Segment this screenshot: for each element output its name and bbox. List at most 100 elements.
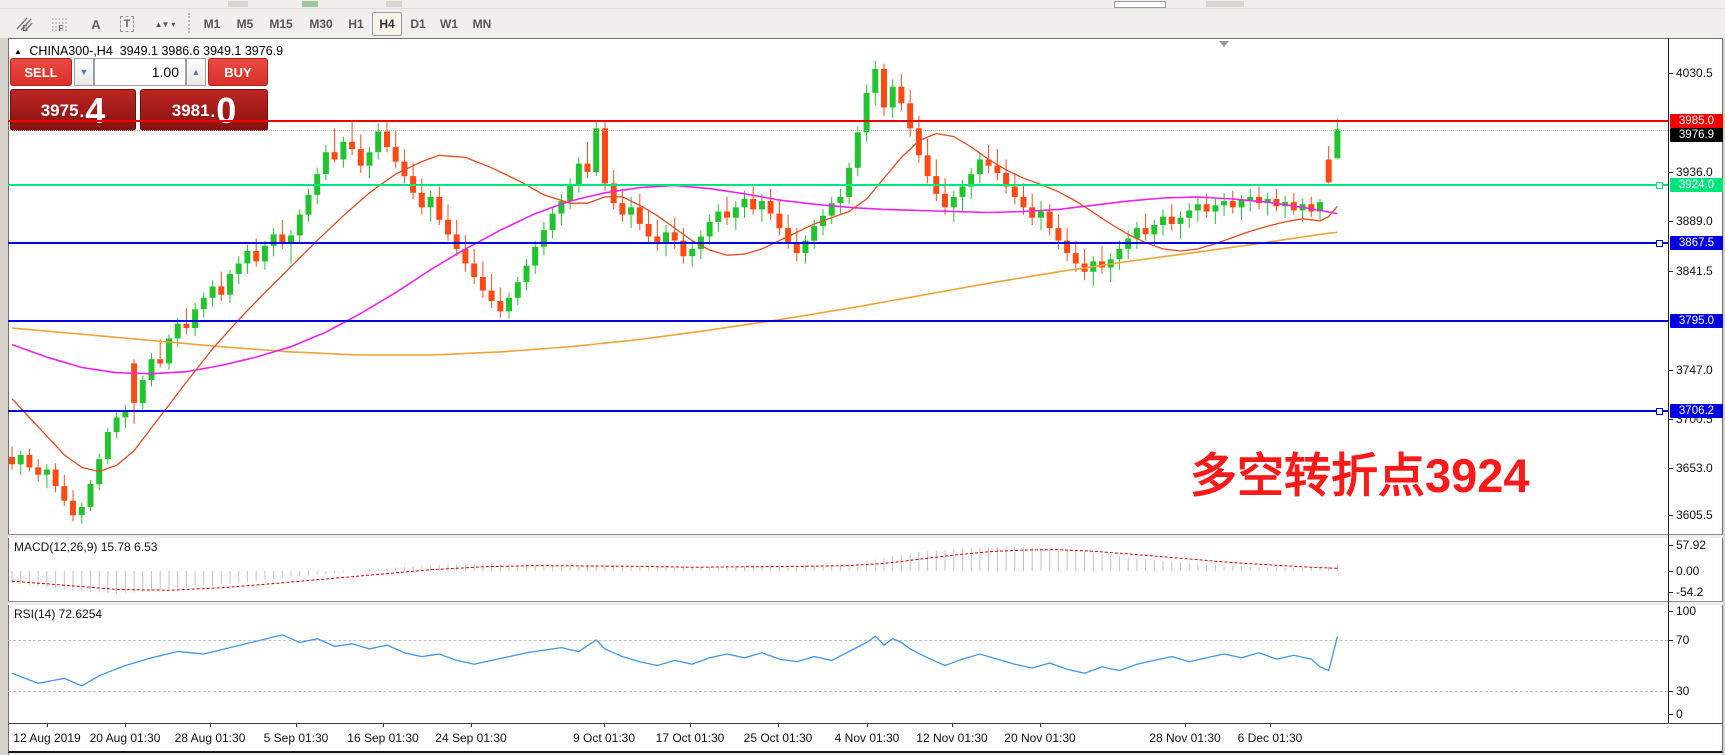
macd-pane-surface[interactable] [8,537,1668,601]
text-label-icon[interactable]: A [82,12,110,36]
price-tick-dash [1669,515,1673,516]
support-line-3795[interactable] [8,320,1668,322]
clipped-toolbar-fragment [228,1,248,7]
chart-shift-marker[interactable] [1219,41,1229,47]
price-tick-dash [1669,172,1673,173]
indicator-tick-label: 30 [1676,684,1689,698]
text-tool-icon[interactable]: T [112,12,142,36]
rsi-label: RSI(14) 72.6254 [14,607,102,621]
toolbar: E F A T ▲▼ ▾ M1M5M15M30H1H4D1W1MN [0,9,1725,39]
timeframe-m30[interactable]: M30 [302,12,340,36]
support-line-3867[interactable] [8,242,1668,244]
bull-candle-bodies [18,69,1341,515]
resistance-line-3985[interactable] [8,120,1668,122]
pane-splitter[interactable] [8,601,1723,605]
timeframe-m15[interactable]: M15 [262,12,300,36]
timeframe-mn[interactable]: MN [466,12,498,36]
date-tick-dash [471,723,472,727]
buy-price-dot: . [211,102,216,122]
pane-splitter[interactable] [8,534,1723,538]
volume-input[interactable] [94,58,186,86]
timeframe-h4[interactable]: H4 [372,12,402,36]
sell-price-tile[interactable]: 3975 . 4 [10,89,136,131]
arrow-objects-icon[interactable]: ▲▼ ▾ [146,12,184,36]
date-tick-dash [47,723,48,727]
sell-price-main: 3975 [41,101,79,122]
price-badge-3924.0: 3924.0 [1670,178,1723,192]
date-tick-label: 4 Nov 01:30 [835,731,900,745]
letter-t-glyph: T [120,16,135,32]
clipped-input-fragment [1114,1,1166,8]
line-handle[interactable] [1656,182,1663,189]
toolbar-separator [188,13,193,33]
symbol-name: CHINA300-,H4 [29,44,112,58]
date-tick-dash [296,723,297,727]
indicator-tick-dash [1669,545,1673,546]
volume-decrease-button[interactable]: ▼ [74,58,94,86]
rsi-pane-surface[interactable] [8,604,1668,723]
date-tick-dash [604,723,605,727]
icon-sub-label: F [59,24,64,33]
line-handle[interactable] [1656,408,1663,415]
price-tick-dash [1669,221,1673,222]
sell-price-pips: 4 [85,94,105,128]
bear-candle-bodies [9,69,1332,515]
indicator-tick-label: -54.2 [1676,585,1703,599]
indicator-tick-label: 100 [1676,604,1696,618]
timeframe-m5[interactable]: M5 [230,12,260,36]
clipped-upper-toolbar [0,0,1725,9]
macd-label: MACD(12,26,9) 15.78 6.53 [14,540,157,554]
volume-increase-button[interactable]: ▲ [186,58,206,86]
buy-price-tile[interactable]: 3981 . 0 [140,89,268,131]
date-tick-dash [210,723,211,727]
icon-sub-label: E [22,24,27,33]
date-tick-label: 5 Sep 01:30 [264,731,329,745]
date-tick-label: 16 Sep 01:30 [347,731,418,745]
timeframe-m1[interactable]: M1 [196,12,228,36]
date-tick-label: 28 Nov 01:30 [1149,731,1220,745]
timeframe-d1[interactable]: D1 [404,12,432,36]
price-tick-label: 3889.0 [1676,214,1713,228]
price-tick-dash [1669,370,1673,371]
buy-price-main: 3981 [172,101,210,122]
pivot-line-3924[interactable] [8,184,1668,186]
sell-button[interactable]: SELL [10,58,72,86]
fibo-retracement-icon[interactable]: F [44,12,76,36]
bid-price-line-3976[interactable] [8,130,1668,131]
price-badge-3985.0: 3985.0 [1670,114,1723,128]
chart-annotation-text[interactable]: 多空转折点3924 [1190,437,1530,506]
date-tick-label: 20 Nov 01:30 [1004,731,1075,745]
price-badge-3795.0: 3795.0 [1670,314,1723,328]
date-tick-label: 24 Sep 01:30 [435,731,506,745]
date-tick-label: 28 Aug 01:30 [175,731,246,745]
sell-price-dot: . [80,102,85,122]
price-badge-3706.2: 3706.2 [1670,404,1723,418]
timeframe-w1[interactable]: W1 [434,12,464,36]
buy-button[interactable]: BUY [208,58,268,86]
clipped-toolbar-fragment [302,1,318,7]
indicator-tick-dash [1669,691,1673,692]
clipped-toolbar-fragment [1206,1,1244,7]
price-tick-label: 3653.0 [1676,461,1713,475]
indicator-tick-label: 70 [1676,633,1689,647]
price-tick-label: 3936.0 [1676,165,1713,179]
collapse-arrow-icon[interactable]: ▲ [14,47,22,56]
indicator-tick-dash [1669,611,1673,612]
line-handle[interactable] [1656,240,1663,247]
date-tick-dash [690,723,691,727]
chevron-down-icon: ▾ [171,20,175,29]
indicator-tick-dash [1669,640,1673,641]
date-tick-label: 12 Nov 01:30 [916,731,987,745]
support-line-3706[interactable] [8,410,1668,412]
date-tick-dash [952,723,953,727]
indicator-tick-dash [1669,571,1673,572]
timeframe-h1[interactable]: H1 [342,12,370,36]
fibo-expansion-icon[interactable]: E [8,12,40,36]
price-tick-dash [1669,419,1673,420]
price-tick-dash [1669,73,1673,74]
price-tick-label: 4030.5 [1676,66,1713,80]
date-tick-label: 12 Aug 2019 [13,731,80,745]
date-tick-label: 9 Oct 01:30 [573,731,635,745]
clipped-toolbar-fragment [386,1,402,7]
indicator-tick-label: 57.92 [1676,538,1706,552]
